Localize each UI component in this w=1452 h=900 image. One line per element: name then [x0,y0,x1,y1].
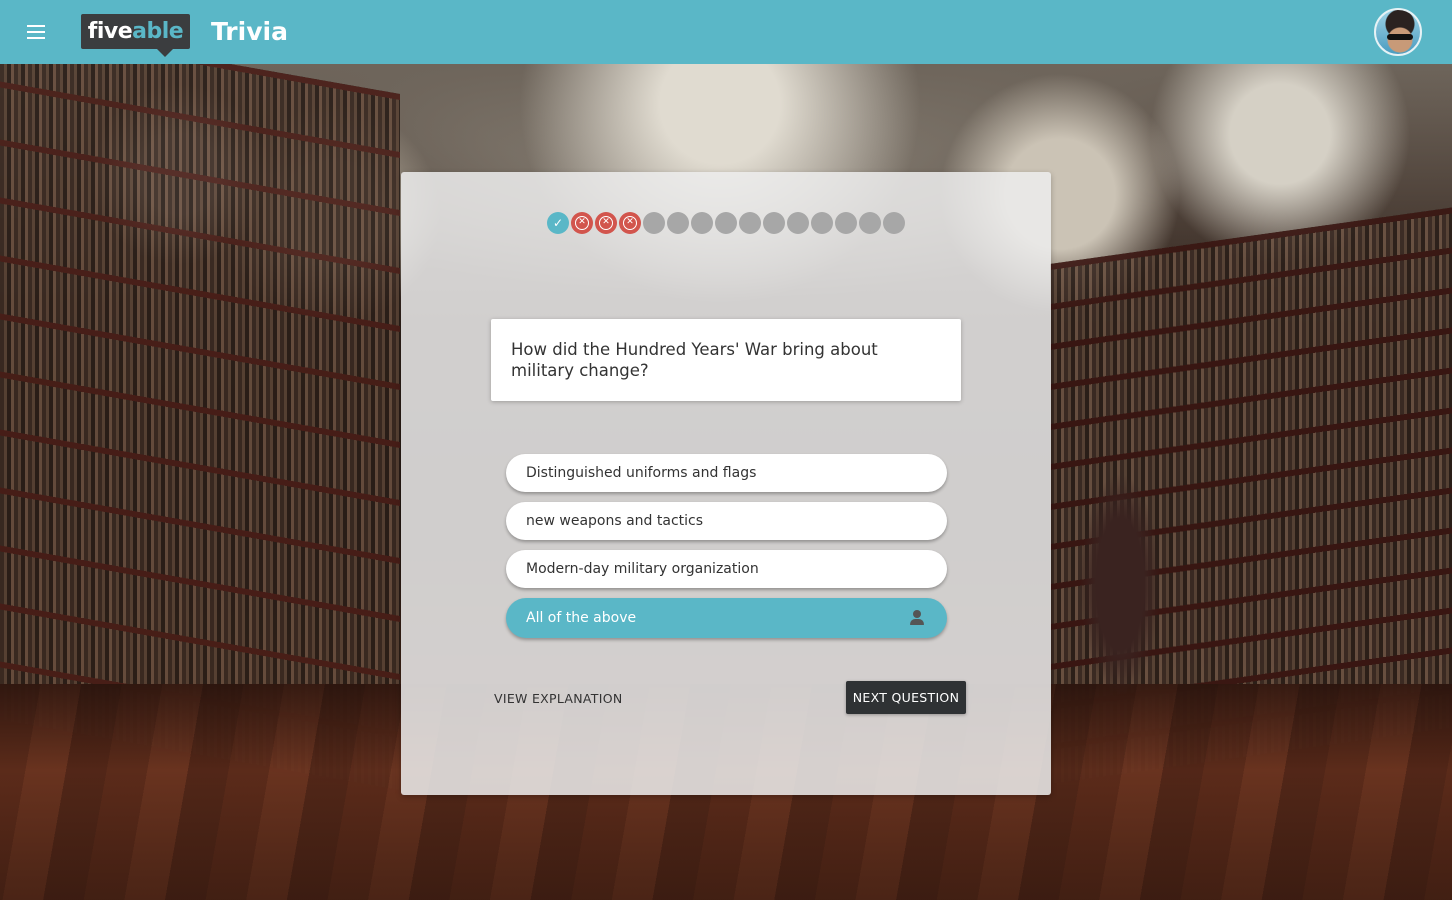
hamburger-menu-icon[interactable] [24,20,48,44]
progress-dot-5 [643,212,665,234]
question-progress: ✓ ✕ ✕ ✕ [547,212,905,234]
answer-label: new weapons and tactics [526,513,704,529]
answer-label: Modern-day military organization [526,561,759,577]
question-text: How did the Hundred Years' War bring abo… [511,340,878,380]
progress-dot-9 [739,212,761,234]
check-icon: ✓ [552,216,564,230]
app-title: Trivia [211,17,288,46]
next-question-button[interactable]: NEXT QUESTION [846,681,966,714]
answer-label: Distinguished uniforms and flags [526,465,757,481]
progress-dot-6 [667,212,689,234]
x-icon: ✕ [575,216,589,230]
progress-dot-8 [715,212,737,234]
progress-dot-15 [883,212,905,234]
top-app-bar: fiveable Trivia [0,0,1452,64]
answer-option-1[interactable]: Distinguished uniforms and flags [506,454,947,492]
view-explanation-button[interactable]: VIEW EXPLANATION [494,689,623,709]
progress-dot-2: ✕ [571,212,593,234]
answer-label: All of the above [526,610,637,626]
fiveable-logo[interactable]: fiveable [81,14,190,57]
progress-dot-11 [787,212,809,234]
avatar-sunglasses [1387,34,1413,40]
progress-dot-1: ✓ [547,212,569,234]
progress-dot-14 [859,212,881,234]
x-icon: ✕ [623,216,637,230]
statue [1070,464,1170,704]
logo-text-able: able [132,19,184,44]
user-avatar[interactable] [1374,8,1422,56]
progress-dot-12 [811,212,833,234]
progress-dot-3: ✕ [595,212,617,234]
logo-text-five: five [87,19,133,44]
answer-option-4[interactable]: All of the above [506,598,947,638]
answer-option-3[interactable]: Modern-day military organization [506,550,947,588]
progress-dot-10 [763,212,785,234]
progress-dot-13 [835,212,857,234]
quiz-card: ✓ ✕ ✕ ✕ How did the Hundred Years' War brin… [401,172,1051,795]
answer-option-2[interactable]: new weapons and tactics [506,502,947,540]
question-card: How did the Hundred Years' War bring abo… [491,319,961,401]
progress-dot-4: ✕ [619,212,641,234]
progress-dot-7 [691,212,713,234]
x-icon: ✕ [599,216,613,230]
user-icon [909,610,925,626]
